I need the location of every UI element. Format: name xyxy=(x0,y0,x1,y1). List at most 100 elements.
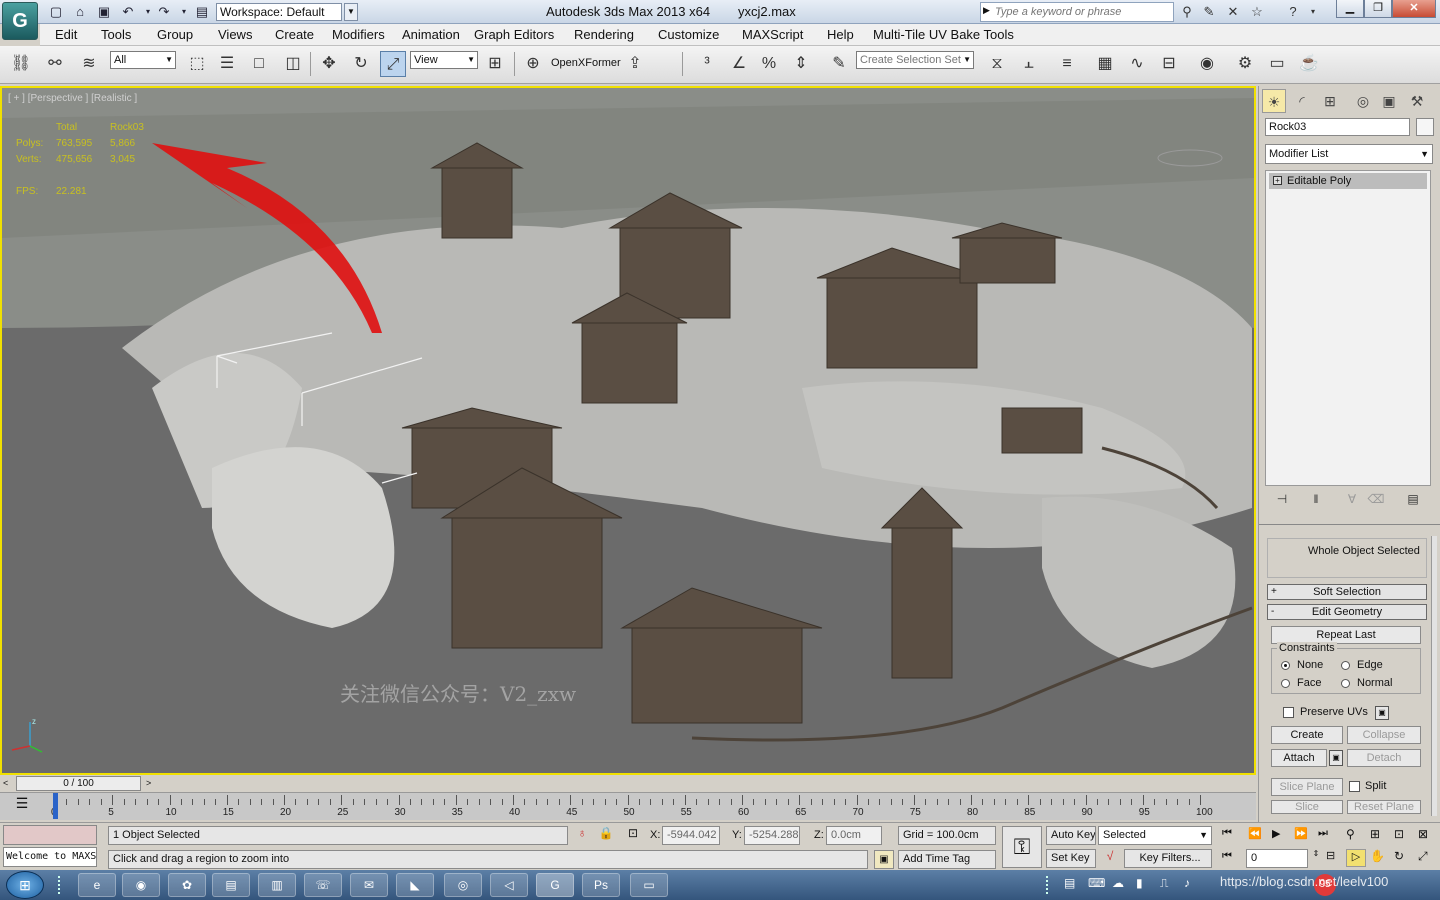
time-tag-icon[interactable]: ▣ xyxy=(874,850,894,869)
menu-tools[interactable]: Tools xyxy=(101,27,131,42)
select-object-icon[interactable]: ⬚ xyxy=(184,51,210,77)
chrome-icon[interactable]: ◉ xyxy=(122,873,160,897)
redo-icon[interactable]: ↷ xyxy=(156,4,172,20)
field-of-view-icon[interactable]: ▷ xyxy=(1346,849,1366,867)
openxformer-label[interactable]: OpenXFormer xyxy=(551,57,621,69)
search-expand-icon[interactable]: ▶ xyxy=(983,5,990,16)
help-dropdown-icon[interactable]: ▾ xyxy=(1304,3,1322,21)
zoom-all-icon[interactable]: ⊞ xyxy=(1370,827,1388,845)
key-mode-toggle-icon[interactable]: ⏮ xyxy=(1222,850,1238,866)
set-keys-key-icon[interactable]: ⚿ xyxy=(1002,826,1042,868)
tray-volume-icon[interactable]: ♪ xyxy=(1184,876,1190,890)
create-tab-sun-icon[interactable]: ☀ xyxy=(1262,89,1286,113)
set-key-button[interactable]: Set Key xyxy=(1046,849,1096,868)
wechat-app-icon[interactable]: ☏ xyxy=(304,873,342,897)
perspective-viewport[interactable]: [ + ] [Perspective ] [Realistic ] Total … xyxy=(0,86,1256,775)
select-and-rotate-icon[interactable]: ↻ xyxy=(348,51,374,77)
chart-app-icon[interactable]: ▥ xyxy=(258,873,296,897)
preserve-uvs-checkbox[interactable] xyxy=(1283,707,1294,718)
next-key-icon[interactable]: ⏩ xyxy=(1294,827,1310,843)
slice-plane-button[interactable]: Slice Plane xyxy=(1271,778,1343,796)
expand-plus-icon[interactable]: + xyxy=(1273,176,1282,185)
3dsmax-task-icon[interactable]: G xyxy=(536,873,574,897)
openxformer-icon[interactable]: ⊕ xyxy=(520,51,546,77)
object-name-field[interactable]: Rock03 xyxy=(1265,118,1410,136)
app-logo-icon[interactable]: G xyxy=(2,2,38,40)
help-icon[interactable]: ? xyxy=(1284,3,1302,21)
absolute-mode-icon[interactable]: ⊡ xyxy=(624,826,642,844)
layer-manager-icon[interactable]: ≡ xyxy=(1054,51,1080,77)
x-coord-field[interactable]: -5944.042 xyxy=(662,826,720,845)
prev-key-icon[interactable]: ⏪ xyxy=(1248,827,1264,843)
workspace-select[interactable]: Workspace: Default xyxy=(216,3,342,21)
tray-battery-icon[interactable]: ▮ xyxy=(1136,876,1143,890)
network-app-icon[interactable]: ◎ xyxy=(444,873,482,897)
orbit-icon[interactable]: ↻ xyxy=(1394,849,1412,867)
zoom-icon[interactable]: ⚲ xyxy=(1346,827,1364,845)
render-teapot-icon[interactable]: ☕ xyxy=(1296,51,1322,77)
utilities-tab-hammer-icon[interactable]: ⚒ xyxy=(1405,89,1429,113)
display-tab-icon[interactable]: ▣ xyxy=(1377,89,1401,113)
time-slider-thumb[interactable]: 0 / 100 xyxy=(16,776,141,791)
time-config-icon[interactable]: ⊟ xyxy=(1326,849,1342,867)
workspace-dropdown-icon[interactable]: ▼ xyxy=(344,3,358,21)
trackbar[interactable]: ☰ 05101520253035404550556065707580859095… xyxy=(0,792,1256,820)
select-by-name-icon[interactable]: ☰ xyxy=(214,51,240,77)
constraint-face-radio[interactable] xyxy=(1281,679,1290,688)
hierarchy-tab-icon[interactable]: ⊞ xyxy=(1318,89,1342,113)
maximize-viewport-icon[interactable]: ⤢ xyxy=(1418,849,1436,867)
reference-coordinate-select[interactable]: View ▼ xyxy=(410,51,478,69)
maxscript-output[interactable]: Welcome to MAXS xyxy=(3,847,97,867)
bind-to-space-warp-icon[interactable]: ≋ xyxy=(76,51,102,77)
preserve-uvs-settings-icon[interactable]: ▣ xyxy=(1375,706,1389,720)
stack-item-editable-poly[interactable]: + Editable Poly xyxy=(1269,173,1427,189)
new-file-icon[interactable]: ▢ xyxy=(48,4,64,20)
communication-icon[interactable]: ✕ xyxy=(1224,3,1242,21)
goto-end-icon[interactable]: ⏭ xyxy=(1318,827,1334,843)
unlink-selection-icon[interactable]: ⚯ xyxy=(42,51,68,77)
viewport-label[interactable]: [ + ] [Perspective ] [Realistic ] xyxy=(8,93,137,104)
split-checkbox[interactable] xyxy=(1349,781,1360,792)
window-crossing-icon[interactable]: ◫ xyxy=(280,51,306,77)
rectangular-selection-icon[interactable]: □ xyxy=(246,51,272,77)
schematic-view-icon[interactable]: ⊟ xyxy=(1156,51,1182,77)
binoculars-icon[interactable]: ⚲ xyxy=(1178,3,1196,21)
menu-animation[interactable]: Animation xyxy=(402,27,460,42)
constraint-normal-radio[interactable] xyxy=(1341,679,1350,688)
time-slider[interactable]: < 0 / 100 > xyxy=(0,776,1256,792)
frame-spinner-icon[interactable]: ⇕ xyxy=(1310,849,1322,868)
show-end-result-icon[interactable]: ‖ xyxy=(1307,490,1325,508)
modifier-stack[interactable]: + Editable Poly xyxy=(1265,170,1431,486)
open-file-icon[interactable]: ⌂ xyxy=(72,4,88,20)
constraint-none-radio[interactable] xyxy=(1281,661,1290,670)
menu-group[interactable]: Group xyxy=(157,27,193,42)
select-and-move-icon[interactable]: ✥ xyxy=(316,51,342,77)
snaps-toggle-icon[interactable]: ³ xyxy=(694,51,720,77)
menu-multitile-uv-bake[interactable]: Multi-Tile UV Bake Tools xyxy=(873,27,1014,42)
pin-stack-icon[interactable]: ⊣ xyxy=(1273,490,1291,508)
tray-network-icon[interactable]: ⎍ xyxy=(1160,876,1168,891)
menu-customize[interactable]: Customize xyxy=(658,27,719,42)
edit-geometry-rollout[interactable]: - Edit Geometry xyxy=(1267,604,1427,620)
spinner-snap-icon[interactable]: ⇕ xyxy=(788,51,814,77)
key-filters-button[interactable]: Key Filters... xyxy=(1124,849,1212,868)
menu-graph-editors[interactable]: Graph Editors xyxy=(474,27,554,42)
media-icon[interactable]: ◣ xyxy=(396,873,434,897)
align-icon[interactable]: ⫠ xyxy=(1016,51,1042,77)
menu-edit[interactable]: Edit xyxy=(55,27,77,42)
named-selection-select[interactable]: Create Selection Set ▼ xyxy=(856,51,974,69)
attach-button[interactable]: Attach xyxy=(1271,749,1327,767)
close-button[interactable]: ✕ xyxy=(1392,0,1436,18)
zoom-extents-all-icon[interactable]: ⊠ xyxy=(1418,827,1436,845)
next-frame-arrow-icon[interactable]: > xyxy=(146,778,151,788)
photoshop-icon[interactable]: Ps xyxy=(582,873,620,897)
menu-help[interactable]: Help xyxy=(827,27,854,42)
ie-browser-icon[interactable]: e xyxy=(78,873,116,897)
slice-button[interactable]: Slice xyxy=(1271,800,1343,814)
isolate-selection-icon[interactable]: ♁ xyxy=(574,826,590,844)
collapse-button[interactable]: Collapse xyxy=(1347,726,1421,744)
soft-selection-rollout[interactable]: + Soft Selection xyxy=(1267,584,1427,600)
search-input[interactable] xyxy=(995,4,1171,20)
modify-tab-icon[interactable]: ◜ xyxy=(1290,89,1314,113)
play-icon[interactable]: ▶ xyxy=(1272,827,1288,843)
